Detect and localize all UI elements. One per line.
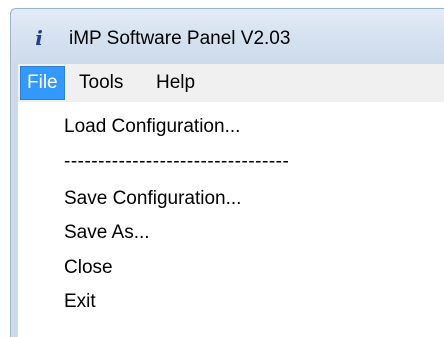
info-i-icon[interactable]: i xyxy=(31,27,47,49)
file-menu-dropdown: Load Configuration... ------------------… xyxy=(40,102,444,337)
menu-item-save-configuration[interactable]: Save Configuration... xyxy=(64,186,241,212)
title-bar[interactable]: i iMP Software Panel V2.03 xyxy=(10,8,444,64)
menu-separator: --------------------------------- xyxy=(64,151,290,172)
menu-item-close[interactable]: Close xyxy=(64,255,113,281)
app-window: i iMP Software Panel V2.03 File Tools He… xyxy=(0,0,444,337)
menu-item-load-configuration[interactable]: Load Configuration... xyxy=(64,114,240,140)
menu-tools[interactable]: Tools xyxy=(73,66,129,100)
window-title: iMP Software Panel V2.03 xyxy=(69,28,291,49)
menu-file[interactable]: File xyxy=(20,66,65,100)
menu-item-exit[interactable]: Exit xyxy=(64,289,96,315)
window-left-frame xyxy=(10,64,18,337)
menu-item-save-as[interactable]: Save As... xyxy=(64,220,150,246)
menu-bar: File Tools Help xyxy=(18,64,444,102)
menu-help[interactable]: Help xyxy=(150,66,201,100)
